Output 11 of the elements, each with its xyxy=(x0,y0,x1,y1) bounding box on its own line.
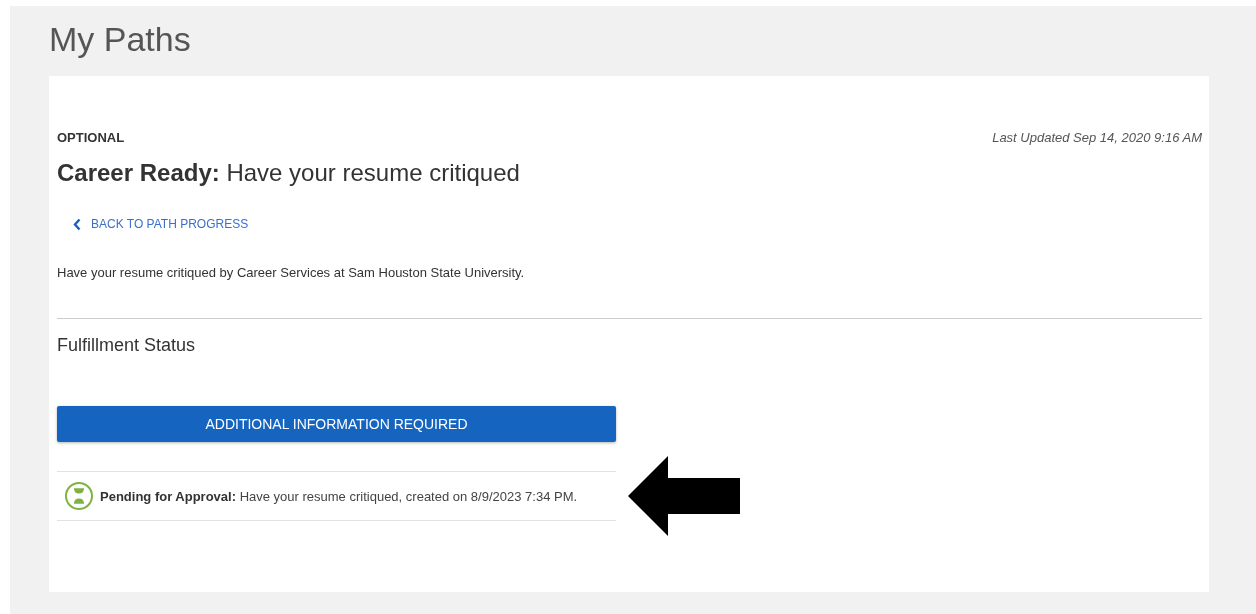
last-updated-text: Last Updated Sep 14, 2020 9:16 AM xyxy=(992,130,1202,145)
back-link[interactable]: BACK TO PATH PROGRESS xyxy=(73,217,249,231)
hourglass-icon xyxy=(64,481,94,511)
task-heading: Career Ready: Have your resume critiqued xyxy=(57,159,521,187)
section-title: Fulfillment Status xyxy=(57,335,197,356)
additional-info-button[interactable]: ADDITIONAL INFORMATION REQUIRED xyxy=(57,406,616,442)
task-description: Have your resume critiqued by Career Services at Sam Houston State University. xyxy=(57,265,526,280)
chevron-left-icon xyxy=(73,217,81,231)
optional-tag: OPTIONAL xyxy=(57,130,125,145)
status-text: Pending for Approval: Have your resume critiqued, created on 8/9/2023 7:34 PM. xyxy=(100,488,578,504)
page-title: My Paths xyxy=(49,20,192,58)
